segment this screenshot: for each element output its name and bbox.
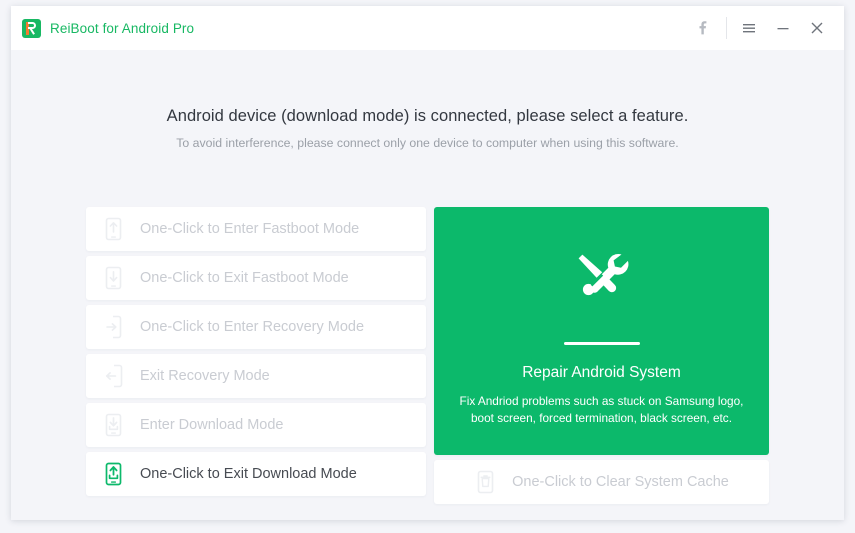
main-content: Android device (download mode) is connec…	[11, 50, 844, 520]
phone-down-arrow-icon	[102, 265, 124, 291]
enter-download-mode-button: Enter Download Mode	[86, 403, 426, 447]
minimize-button[interactable]	[766, 6, 800, 50]
phone-enter-arrow-icon	[102, 314, 124, 340]
reiboot-logo-icon	[22, 18, 41, 38]
phone-download-icon	[102, 412, 124, 438]
cache-button-label: One-Click to Clear System Cache	[512, 474, 729, 490]
title-bar: ReiBoot for Android Pro	[11, 6, 844, 50]
feature-panels: One-Click to Enter Fastboot Mode One-Cli…	[11, 207, 844, 504]
exit-download-mode-button[interactable]: One-Click to Exit Download Mode	[86, 452, 426, 496]
enter-recovery-mode-button: One-Click to Enter Recovery Mode	[86, 305, 426, 349]
hero-divider	[563, 342, 640, 345]
mode-button-label: One-Click to Enter Recovery Mode	[140, 319, 365, 335]
phone-exit-arrow-icon	[102, 363, 124, 389]
facebook-button[interactable]	[686, 6, 720, 50]
hamburger-menu-icon	[741, 20, 757, 36]
app-title: ReiBoot for Android Pro	[50, 20, 195, 36]
enter-fastboot-mode-button: One-Click to Enter Fastboot Mode	[86, 207, 426, 251]
repair-android-system-card[interactable]: Repair Android System Fix Andriod proble…	[434, 207, 769, 455]
screwdriver-wrench-icon	[574, 250, 630, 307]
phone-up-arrow-icon	[102, 216, 124, 242]
menu-button[interactable]	[732, 6, 766, 50]
trash-can-icon	[474, 469, 496, 495]
phone-upload-green-icon	[102, 461, 124, 487]
mode-button-label: Enter Download Mode	[140, 417, 284, 433]
exit-fastboot-mode-button: One-Click to Exit Fastboot Mode	[86, 256, 426, 300]
mode-button-label: One-Click to Exit Download Mode	[140, 466, 357, 482]
hero-description: Fix Andriod problems such as stuck on Sa…	[459, 394, 744, 425]
exit-recovery-mode-button: Exit Recovery Mode	[86, 354, 426, 398]
status-subline: To avoid interference, please connect on…	[176, 136, 679, 150]
controls-divider	[726, 17, 727, 39]
application-window: ReiBoot for Android Pro Android device (…	[11, 6, 844, 520]
window-controls	[686, 6, 844, 50]
mode-button-label: One-Click to Exit Fastboot Mode	[140, 270, 349, 286]
mode-button-label: One-Click to Enter Fastboot Mode	[140, 221, 360, 237]
minimize-icon	[775, 20, 791, 36]
hero-title: Repair Android System	[522, 364, 681, 381]
facebook-icon	[695, 20, 711, 36]
mode-button-list: One-Click to Enter Fastboot Mode One-Cli…	[86, 207, 426, 504]
right-column: Repair Android System Fix Andriod proble…	[434, 207, 769, 504]
status-headline: Android device (download mode) is connec…	[166, 107, 689, 125]
brand: ReiBoot for Android Pro	[11, 18, 195, 38]
close-icon	[808, 19, 826, 37]
mode-button-label: Exit Recovery Mode	[140, 368, 270, 384]
clear-system-cache-button: One-Click to Clear System Cache	[434, 460, 769, 504]
close-button[interactable]	[800, 6, 834, 50]
